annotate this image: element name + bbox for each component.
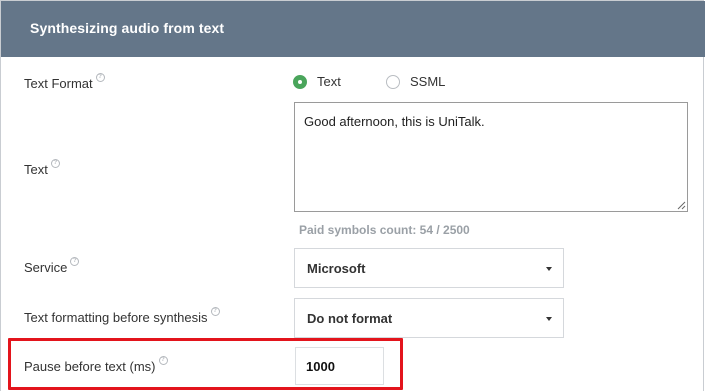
paid-symbols-count: Paid symbols count: 54 / 2500 [299,223,470,237]
radio-text-label: Text [317,74,341,89]
text-formatting-select[interactable]: Do not format [294,298,564,338]
text-formatting-label-text: Text formatting before synthesis [24,310,208,325]
text-format-label: Text Format? [24,73,105,91]
service-label: Service? [24,257,80,275]
service-select-value: Microsoft [307,261,366,276]
panel-header: Synthesizing audio from text [1,1,705,57]
text-label-text: Text [24,162,48,177]
help-icon[interactable]: ? [210,307,220,316]
radio-checked-icon [293,74,307,89]
text-formatting-label: Text formatting before synthesis? [24,307,220,325]
caret-down-icon [546,317,552,321]
panel-title: Synthesizing audio from text [30,20,225,36]
radio-unchecked-icon [386,74,400,89]
help-icon[interactable]: ? [50,159,60,168]
caret-down-icon [546,267,552,271]
service-select[interactable]: Microsoft [294,248,564,288]
text-format-label-text: Text Format [24,76,93,91]
help-icon[interactable]: ? [70,257,80,266]
text-label: Text? [24,159,60,177]
service-label-text: Service [24,260,68,275]
text-formatting-select-value: Do not format [307,311,393,326]
synthesis-panel: Synthesizing audio from text Text Format… [0,0,705,391]
pause-label: Pause before text (ms)? [24,356,168,374]
radio-text[interactable]: Text [293,74,341,89]
pause-label-text: Pause before text (ms) [24,359,156,374]
help-icon[interactable]: ? [158,356,168,365]
help-icon[interactable]: ? [95,73,105,82]
pause-input[interactable] [295,347,384,385]
text-input[interactable]: Good afternoon, this is UniTalk. [294,102,688,212]
radio-ssml[interactable]: SSML [386,74,445,89]
radio-ssml-label: SSML [410,74,446,89]
